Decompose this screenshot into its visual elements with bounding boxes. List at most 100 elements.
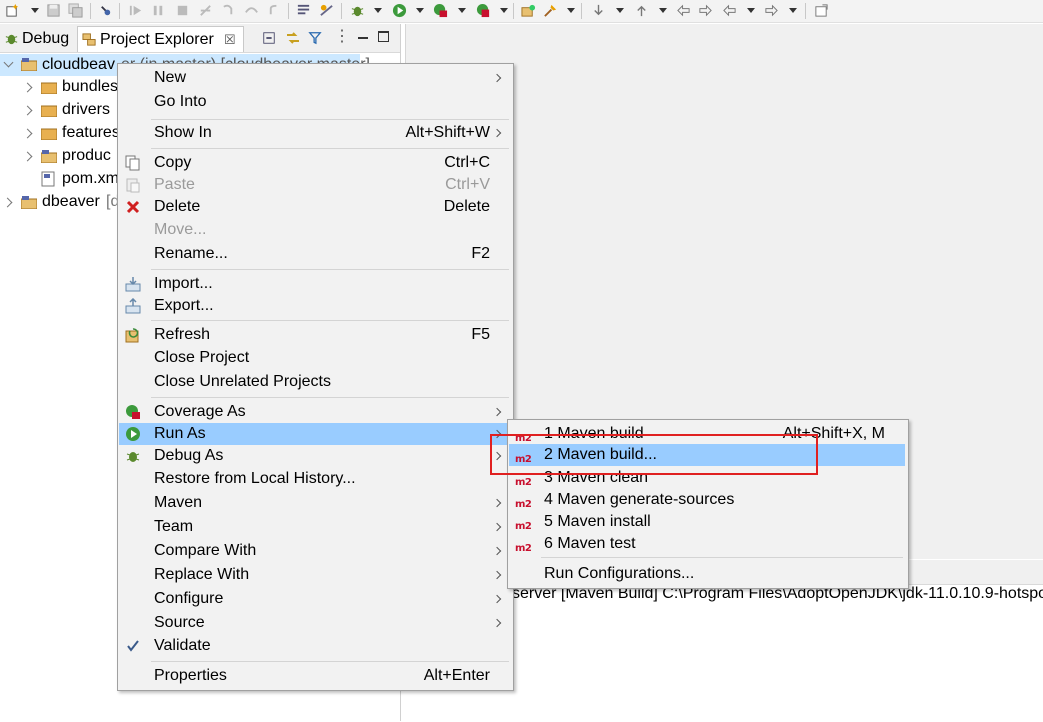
refresh-icon — [125, 328, 139, 343]
menu-item-delete[interactable]: Delete Delete — [119, 196, 512, 218]
step-over-icon[interactable] — [244, 3, 259, 18]
skip-breakpoints-icon[interactable] — [319, 3, 334, 18]
toolbar-separator — [341, 3, 342, 19]
back-dropdown-arrow[interactable] — [747, 8, 755, 13]
tab-debug[interactable]: Debug — [3, 26, 75, 51]
submenu-arrow-icon — [492, 522, 502, 532]
forward-icon[interactable] — [764, 3, 779, 18]
back-icon[interactable] — [722, 3, 737, 18]
next-annotation-icon[interactable] — [591, 3, 606, 18]
submenu-arrow-icon — [492, 570, 502, 580]
last-edit-icon[interactable] — [676, 3, 691, 18]
debug-icon[interactable] — [350, 3, 365, 18]
menu-item-configure[interactable]: Configure — [119, 588, 512, 610]
maximize-view-icon[interactable] — [378, 31, 389, 42]
run-icon[interactable] — [392, 3, 407, 18]
menu-item-rename[interactable]: Rename... F2 — [119, 243, 512, 265]
coverage-icon[interactable] — [433, 3, 448, 18]
next-annotation-dropdown-arrow[interactable] — [616, 8, 624, 13]
project-explorer-icon — [82, 33, 96, 46]
new-dropdown-arrow[interactable] — [31, 8, 39, 13]
folder-icon — [41, 128, 57, 140]
suspend-icon[interactable] — [151, 3, 166, 18]
menu-item-refresh[interactable]: Refresh F5 — [119, 324, 512, 346]
link-with-editor-icon[interactable] — [285, 30, 301, 46]
pin-icon[interactable] — [98, 3, 113, 18]
prev-annotation-icon[interactable] — [634, 3, 649, 18]
step-into-icon[interactable] — [221, 3, 236, 18]
tab-debug-label: Debug — [22, 30, 70, 47]
menu-item-validate[interactable]: Validate — [119, 635, 512, 657]
menu-item-source[interactable]: Source — [119, 612, 512, 634]
debug-dropdown-arrow[interactable] — [374, 8, 382, 13]
back-history-icon[interactable] — [698, 3, 713, 18]
use-step-filters-icon[interactable] — [296, 3, 311, 18]
prev-annotation-dropdown-arrow[interactable] — [659, 8, 667, 13]
coverage-dropdown-arrow[interactable] — [458, 8, 466, 13]
annotation-highlight-box — [490, 434, 818, 475]
external-tools-dropdown-arrow[interactable] — [500, 8, 508, 13]
maven-project-icon — [21, 58, 37, 71]
minimize-icon[interactable] — [358, 37, 368, 39]
menu-item-maven[interactable]: Maven — [119, 492, 512, 514]
copy-icon — [125, 155, 140, 171]
forward-dropdown-arrow[interactable] — [789, 8, 797, 13]
menu-item-run-as[interactable]: Run As — [119, 423, 512, 445]
delete-icon — [126, 200, 140, 214]
toolbar-separator — [288, 3, 289, 19]
menu-item-copy[interactable]: Copy Ctrl+C — [119, 152, 512, 174]
submenu-item-maven-generate-sources[interactable]: m2 4 Maven generate-sources — [509, 489, 907, 511]
menu-item-move[interactable]: Move... — [119, 219, 512, 241]
menu-item-debug-as[interactable]: Debug As — [119, 445, 512, 467]
save-icon[interactable] — [46, 3, 61, 18]
pom-file-icon — [41, 171, 55, 187]
terminate-icon[interactable] — [175, 3, 190, 18]
submenu-item-run-configurations[interactable]: Run Configurations... — [509, 563, 907, 585]
toolbar-separator — [90, 3, 91, 19]
tab-close-icon[interactable]: ☒ — [224, 27, 236, 52]
menu-item-close-project[interactable]: Close Project — [119, 347, 512, 369]
tab-project-explorer[interactable]: Project Explorer ☒ — [77, 26, 244, 52]
expand-twisty-icon[interactable] — [3, 57, 14, 68]
disconnect-icon[interactable] — [198, 3, 213, 18]
submenu-item-maven-install[interactable]: m2 5 Maven install — [509, 511, 907, 533]
save-all-icon[interactable] — [68, 3, 83, 18]
menu-item-properties[interactable]: Properties Alt+Enter — [119, 665, 512, 687]
new-icon[interactable] — [5, 3, 20, 18]
menu-item-paste[interactable]: Paste Ctrl+V — [119, 174, 512, 196]
view-menu-icon[interactable]: ⋮ — [334, 26, 350, 46]
menu-item-show-in[interactable]: Show In Alt+Shift+W — [119, 122, 512, 144]
submenu-arrow-icon — [492, 498, 502, 508]
external-tools-icon[interactable] — [476, 3, 491, 18]
menu-item-import[interactable]: Import... — [119, 273, 512, 295]
collapse-all-icon[interactable] — [262, 31, 276, 45]
export-icon — [125, 298, 141, 314]
tree-item-label: cloudbeav — [42, 56, 115, 73]
run-dropdown-arrow[interactable] — [416, 8, 424, 13]
tree-item-label: pom.xm — [62, 170, 119, 187]
folder-icon — [41, 105, 57, 117]
filter-icon[interactable] — [308, 30, 322, 46]
menu-item-go-into[interactable]: Go Into — [119, 91, 512, 113]
menu-item-team[interactable]: Team — [119, 516, 512, 538]
maven-m2-icon: m2 — [515, 543, 532, 554]
menu-separator — [151, 148, 509, 149]
menu-item-export[interactable]: Export... — [119, 295, 512, 317]
tree-item-label: dbeaver — [42, 193, 100, 210]
submenu-item-maven-test[interactable]: m2 6 Maven test — [509, 533, 907, 555]
menu-item-replace-with[interactable]: Replace With — [119, 564, 512, 586]
search-icon[interactable] — [543, 3, 558, 18]
view-tab-bar: Debug Project Explorer ☒ ⋮ — [0, 24, 400, 53]
menu-item-new[interactable]: New — [119, 67, 512, 89]
open-type-icon[interactable] — [521, 3, 536, 18]
menu-item-close-unrelated-projects[interactable]: Close Unrelated Projects — [119, 371, 512, 393]
menu-item-compare-with[interactable]: Compare With — [119, 540, 512, 562]
menu-separator — [151, 397, 509, 398]
maximize-icon[interactable] — [814, 3, 829, 18]
tree-item-label: features — [62, 124, 120, 141]
menu-item-restore-local-history[interactable]: Restore from Local History... — [119, 468, 512, 490]
search-dropdown-arrow[interactable] — [567, 8, 575, 13]
resume-icon[interactable] — [128, 3, 143, 18]
menu-item-coverage-as[interactable]: Coverage As — [119, 401, 512, 423]
step-return-icon[interactable] — [267, 3, 282, 18]
